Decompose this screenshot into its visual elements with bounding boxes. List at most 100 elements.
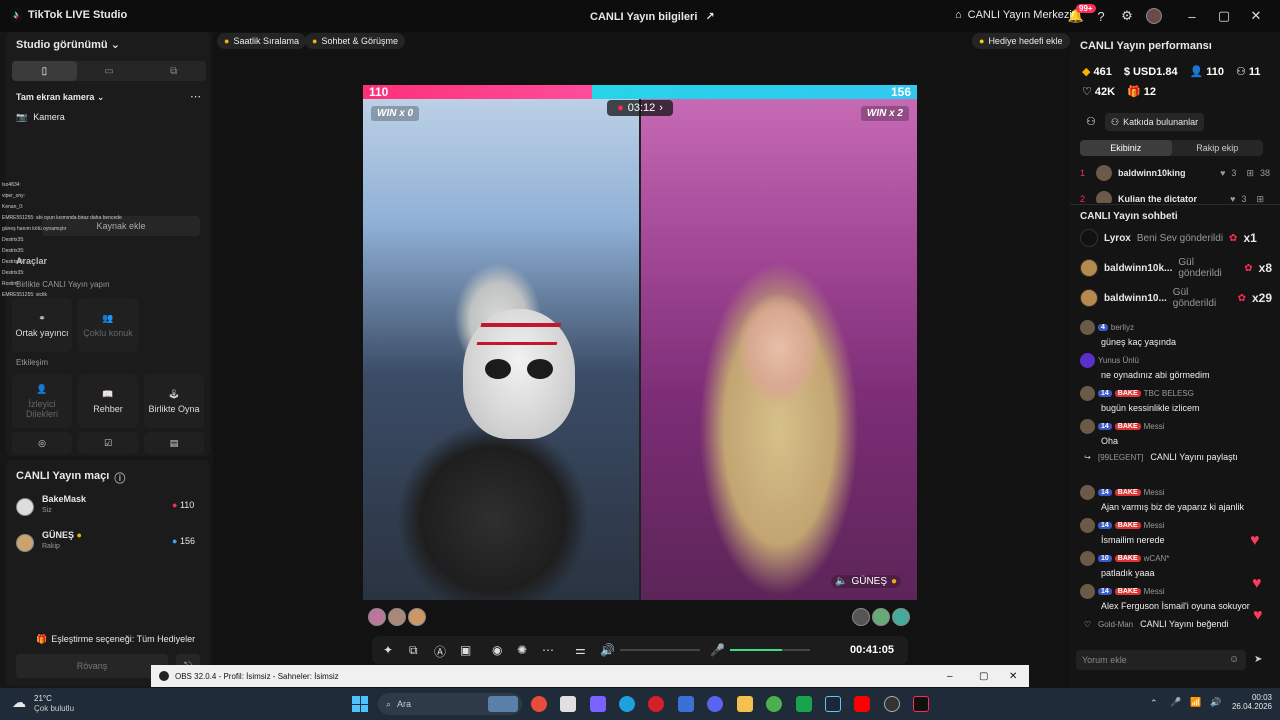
file-explorer-icon[interactable] [737, 696, 753, 712]
rematch-button[interactable]: Rövanş [16, 654, 168, 678]
portrait-tab[interactable]: ▯ [12, 61, 77, 81]
ai-icon[interactable]: Ⓐ [434, 643, 446, 660]
supporter-avatar[interactable] [892, 608, 910, 626]
studio-view-dropdown[interactable]: Studio görünümü ⌄ [16, 38, 120, 51]
chat-message[interactable]: 14 BAKE Messi Oha [1080, 419, 1270, 446]
chat-message[interactable]: ↪ [99LEGENT] CANLI Yayını paylaştı [1080, 452, 1270, 462]
app-icon[interactable] [796, 696, 812, 712]
rank-row[interactable]: 2 Kulian the dictator ♥ 3 ⊞ [1080, 189, 1270, 203]
minimize-icon[interactable]: – [1184, 8, 1200, 24]
box-button[interactable]: ▤ [144, 432, 204, 454]
supporter-avatar[interactable] [368, 608, 386, 626]
supporter-avatar[interactable] [852, 608, 870, 626]
info-icon[interactable]: ⓘ [114, 470, 125, 486]
mixer-icon[interactable]: ⚌ [575, 643, 586, 657]
tiktok-taskbar-icon[interactable] [913, 696, 929, 712]
source-dropdown[interactable]: Tam ekran kamera ⌄ [16, 92, 104, 103]
battle-timer[interactable]: ● 03:12 › [607, 100, 673, 116]
clock[interactable]: 00:03 26.04.2026 [1228, 693, 1272, 711]
tab-our-team[interactable]: Ekibiniz [1080, 140, 1172, 156]
maximize-icon[interactable]: ▢ [979, 671, 988, 682]
close-icon[interactable]: ✕ [1248, 8, 1264, 24]
speaker-icon[interactable]: 🔊 [1210, 697, 1221, 708]
minimize-icon[interactable]: – [947, 671, 953, 682]
chat-message[interactable]: ♡ Gold-Man CANLI Yayını beğendi [1080, 619, 1270, 629]
comment-input[interactable]: Yorum ekle [1076, 650, 1246, 670]
microphone-icon[interactable]: 🎤 [710, 643, 725, 657]
chat-meet-chip[interactable]: ● Sohbet & Görüşme [305, 33, 405, 49]
steam-icon[interactable] [825, 696, 841, 712]
target-icon: ◎ [38, 437, 46, 448]
opponent-name-tag: 🔈 GÜNEŞ ● [831, 575, 902, 588]
discord-icon[interactable] [707, 696, 723, 712]
dual-tab[interactable]: ⧉ [141, 61, 206, 81]
maximize-icon[interactable]: ▢ [1216, 8, 1232, 24]
windows-start-icon[interactable] [352, 696, 368, 712]
chat-message[interactable]: 14 BAKE Messi Alex Ferguson İsmail'i oyuna … [1080, 584, 1270, 611]
chrome-profile-icon[interactable] [766, 696, 782, 712]
supporter-avatar[interactable] [408, 608, 426, 626]
microphone-tray-icon[interactable]: 🎤 [1170, 697, 1181, 708]
volume-icon[interactable]: 🔊 [600, 643, 615, 657]
scene-icon[interactable]: ⧉ [409, 643, 418, 658]
contributors-button[interactable]: ⚇ Katkıda bulunanlar [1105, 113, 1205, 131]
magic-wand-icon[interactable]: ✦ [383, 643, 393, 657]
opera-icon[interactable] [648, 696, 664, 712]
guide-button[interactable]: 📖 Rehber [78, 374, 138, 428]
live-info-button[interactable]: CANLI Yayın bilgileri ↗ [590, 10, 715, 24]
obs-taskbar-icon[interactable] [884, 696, 900, 712]
weather-icon[interactable]: ☁ [12, 694, 26, 711]
profile-avatar[interactable] [1146, 8, 1162, 24]
caption-icon[interactable]: ▣ [460, 643, 471, 657]
tray-chevron-icon[interactable]: ⌃ [1150, 698, 1158, 709]
tasks-button[interactable]: ☑ [78, 432, 138, 454]
record-icon[interactable]: ◉ [492, 643, 502, 657]
gift-goal-chip[interactable]: ● Hediye hedefi ekle [972, 33, 1070, 49]
co-host-button[interactable]: ⚭ Ortak yayıncı [12, 298, 72, 352]
help-icon[interactable]: ? [1093, 8, 1109, 24]
network-icon[interactable]: 📶 [1190, 697, 1201, 708]
more-icon[interactable]: ⋯ [542, 643, 554, 657]
goal-button[interactable]: ◎ [12, 432, 72, 454]
hourly-rank-chip[interactable]: ● Saatlik Sıralama [217, 33, 306, 49]
chat-message[interactable]: 14 BAKE Messi İsmailim nerede [1080, 518, 1270, 545]
send-icon[interactable]: ➤ [1254, 654, 1262, 665]
chat-message[interactable]: 14 BAKE Messi Ajan varmış biz de yaparız ki… [1080, 485, 1270, 512]
effects-icon[interactable]: ✺ [517, 643, 527, 657]
settings-gear-icon[interactable]: ⚙ [1119, 8, 1135, 24]
tab-rival-team[interactable]: Rakip ekip [1172, 140, 1264, 156]
add-user-icon[interactable]: ⚇ [1086, 115, 1096, 128]
gift-avatar[interactable] [1080, 259, 1098, 277]
mic-slider[interactable] [730, 649, 810, 651]
camera-source[interactable]: 📷 Kamera [16, 112, 65, 123]
youtube-icon[interactable] [854, 696, 870, 712]
gift-avatar[interactable] [1080, 229, 1098, 247]
chat-message[interactable]: Yunus Ünlü ne oynadınız abi görmedim [1080, 353, 1270, 380]
teams-icon[interactable] [590, 696, 606, 712]
obs-window-bar[interactable]: OBS 32.0.4 - Profil: İsimsiz - Sahneler:… [151, 665, 1029, 687]
supporter-avatar[interactable] [388, 608, 406, 626]
chat-message[interactable]: 10 BAKE wCAN* patladık yaaa [1080, 551, 1270, 578]
chat-message[interactable]: 14 BAKE TBC BELESG bugün kessinlikle izlice… [1080, 386, 1270, 413]
supporter-avatar[interactable] [872, 608, 890, 626]
mail-icon[interactable] [678, 696, 694, 712]
chat-message[interactable]: 4 berliyz güneş kaç yaşında [1080, 320, 1270, 347]
match-option[interactable]: 🎁 Eşleştirme seçeneği: Tüm Hediyeler [36, 634, 195, 645]
multi-guest-button[interactable]: 👥 Çoklu konuk [78, 298, 138, 352]
store-icon[interactable] [560, 696, 576, 712]
chrome-icon[interactable] [531, 696, 547, 712]
gift-count: x8 [1258, 261, 1272, 275]
notification-icon[interactable]: 🔔 99+ [1068, 4, 1096, 24]
emoji-icon[interactable]: ☺ [1229, 654, 1239, 665]
live-center-button[interactable]: ⌂ CANLI Yayın Merkezi [955, 9, 1072, 21]
volume-slider[interactable] [620, 649, 700, 651]
landscape-tab[interactable]: ▭ [77, 61, 142, 81]
rank-row[interactable]: 1 baldwinn10king ♥ 3 ⊞ 38 [1080, 163, 1270, 183]
close-icon[interactable]: ✕ [1009, 671, 1017, 682]
more-icon[interactable]: ⋯ [190, 90, 201, 103]
viewer-requests-button[interactable]: 👤 İzleyici Dilekleri [12, 374, 72, 428]
gift-avatar[interactable] [1080, 289, 1098, 307]
weather-widget-icon[interactable] [488, 696, 518, 712]
edge-icon[interactable] [619, 696, 635, 712]
play-together-button[interactable]: 🕹 Birlikte Oyna [144, 374, 204, 428]
